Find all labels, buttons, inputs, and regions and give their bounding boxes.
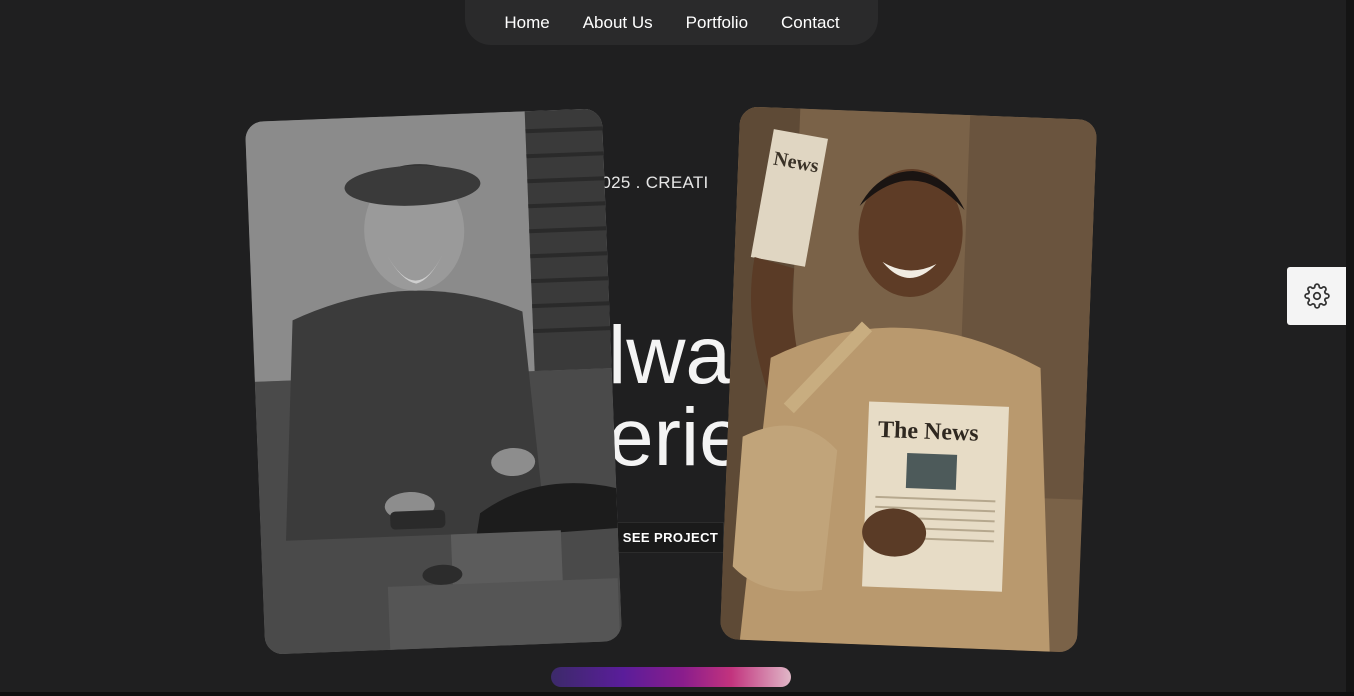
nav-portfolio[interactable]: Portfolio [669,13,764,33]
nav-contact[interactable]: Contact [764,13,856,33]
page-right-edge [1346,0,1354,696]
gear-icon [1303,283,1330,309]
settings-button[interactable] [1287,267,1346,325]
top-navigation: Home About Us Portfolio Contact [465,0,878,45]
slider-progress-bar[interactable] [551,667,791,687]
hero-headline-line-1: lwa [608,310,732,401]
hero-headline-line-2: erie [608,392,745,483]
newspaper-main-text: The News [878,417,980,447]
card-shoe-shiner[interactable] [244,108,623,655]
page-bottom-edge [0,692,1354,696]
shoe-shiner-illustration [244,108,623,655]
see-project-button[interactable]: SEE PROJECT [617,522,724,553]
hero-headline: lwa erie [600,315,745,479]
card-newspaper-seller[interactable]: News The News [719,106,1098,653]
nav-home[interactable]: Home [487,13,565,33]
newspaper-seller-illustration: News The News [719,106,1098,653]
nav-about-us[interactable]: About Us [566,13,669,33]
hero-tagline: C 2025 . CREATI [600,173,709,192]
